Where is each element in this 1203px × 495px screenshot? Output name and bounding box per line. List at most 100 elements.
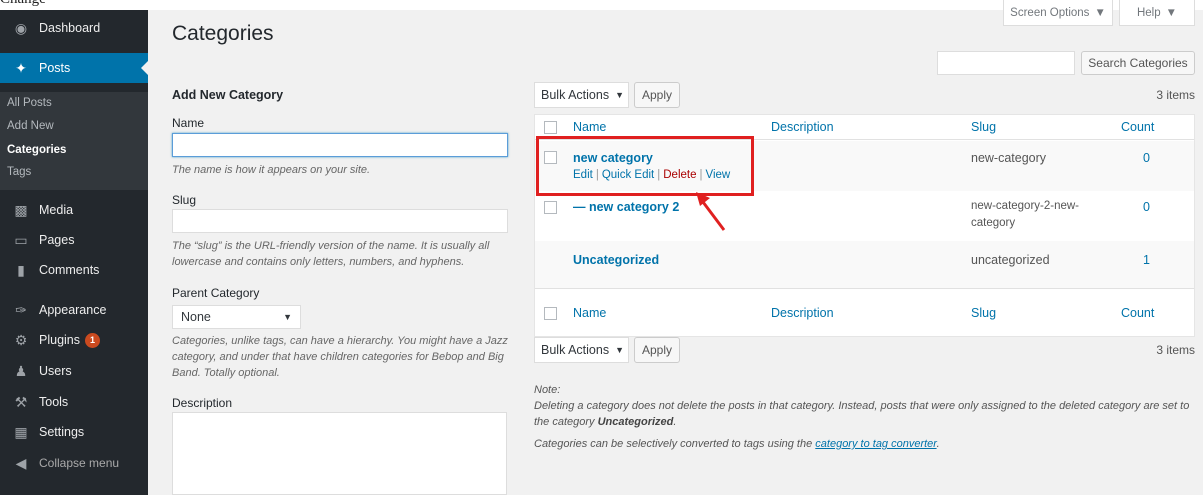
categories-table: Name Description Slug Count new category… [534,114,1195,337]
caret-down-icon: ▼ [615,90,625,100]
help-button[interactable]: Help ▼ [1119,0,1195,26]
menu-users[interactable]: ♟ Users [0,356,148,386]
menu-comments[interactable]: ▮ Comments [0,255,148,285]
submenu-all-posts[interactable]: All Posts [0,93,148,113]
bulk-actions-select-bottom[interactable]: Bulk Actions ▼ [534,337,629,363]
edit-link[interactable]: Edit [573,169,593,181]
select-all-checkbox-footer[interactable] [544,307,557,320]
arrow-annotation [696,192,726,231]
brush-icon: ✑ [15,301,27,318]
menu-label: Collapse menu [39,456,120,470]
row-checkbox[interactable] [544,201,557,214]
category-name-link[interactable]: new category [573,151,653,165]
row-checkbox[interactable] [544,151,557,164]
dashboard-icon: ◉ [14,19,28,36]
menu-plugins[interactable]: ⚙ Plugins 1 [0,325,148,355]
view-link[interactable]: View [706,169,731,181]
submenu-tags[interactable]: Tags [0,162,148,182]
column-name[interactable]: Name [573,120,606,134]
submenu-add-new[interactable]: Add New [0,116,148,136]
menu-label: Media [39,203,74,217]
quick-edit-link[interactable]: Quick Edit [602,169,654,181]
screen-options-label: Screen Options [1010,6,1090,19]
row-actions: Edit | Quick Edit | Delete | View [573,169,731,181]
slug-cell: uncategorized [971,253,1050,267]
name-field[interactable] [172,133,508,157]
category-name-link[interactable]: Uncategorized [573,253,659,267]
plugins-update-badge: 1 [85,332,100,348]
column-description[interactable]: Description [771,306,834,320]
caret-down-icon: ▼ [1094,6,1106,19]
admin-sidebar: ◉ Dashboard ✦ Posts All Posts Add New Ca… [0,10,148,495]
column-slug[interactable]: Slug [971,306,996,320]
menu-tools[interactable]: ⚒ Tools [0,387,148,417]
apply-button-bottom[interactable]: Apply [634,337,680,363]
menu-appearance[interactable]: ✑ Appearance [0,295,148,325]
pages-icon: ▭ [14,231,28,248]
menu-pages[interactable]: ▭ Pages [0,225,148,255]
slug-label: Slug [172,193,197,207]
slug-description: The “slug” is the URL-friendly version o… [172,240,490,268]
menu-settings[interactable]: ▦ Settings [0,417,148,447]
menu-label: Settings [39,425,85,439]
name-label: Name [172,116,205,130]
parent-category-label: Parent Category [172,286,260,300]
menu-collapse[interactable]: ◀ Collapse menu [0,448,148,478]
search-categories-button[interactable]: Search Categories [1081,51,1195,75]
slug-field[interactable] [172,209,508,233]
menu-label: Comments [39,263,100,277]
column-name[interactable]: Name [573,306,606,320]
menu-posts[interactable]: ✦ Posts [0,53,148,83]
main-content: Screen Options ▼ Help ▼ Categories Searc… [148,0,1203,495]
menu-media[interactable]: ▩ Media [0,195,148,225]
caret-down-icon: ▼ [283,312,292,322]
column-count[interactable]: Count [1121,306,1154,320]
menu-label: Users [39,364,72,378]
column-count[interactable]: Count [1121,120,1154,134]
bottom-table-actions: Bulk Actions ▼ Apply 3 items [534,337,1195,363]
caret-down-icon: ▼ [615,345,625,355]
menu-dashboard[interactable]: ◉ Dashboard [0,13,148,43]
column-description[interactable]: Description [771,120,834,134]
table-row: new category Edit | Quick Edit | Delete | View… [535,141,1194,191]
table-header: Name Description Slug Count [535,115,1194,140]
table-footer: Name Description Slug Count [535,302,1194,327]
search-input[interactable] [937,51,1075,75]
parent-category-value: None [181,310,211,324]
parent-category-select[interactable]: None ▼ [172,305,301,329]
name-description: The name is how it appears on your site. [172,164,371,176]
description-label: Description [172,396,233,410]
clipped-heading-text: Change [0,0,46,8]
category-name-link[interactable]: — new category 2 [573,200,679,214]
bulk-actions-label: Bulk Actions [541,88,610,102]
slug-cell: new-category [971,151,1047,165]
table-row: Uncategorized uncategorized 1 [535,241,1194,289]
delete-link[interactable]: Delete [663,169,696,181]
plugin-icon: ⚙ [14,331,28,348]
column-slug[interactable]: Slug [971,120,996,134]
count-link[interactable]: 0 [1143,151,1150,165]
menu-label: Dashboard [39,21,101,35]
category-to-tag-converter-link[interactable]: category to tag converter [815,438,936,450]
uncategorized-emphasis: Uncategorized [597,416,674,428]
bulk-actions-select[interactable]: Bulk Actions ▼ [534,82,629,108]
count-link[interactable]: 0 [1143,200,1150,214]
apply-button[interactable]: Apply [634,82,680,108]
menu-label: Appearance [39,303,107,317]
media-icon: ▩ [14,201,28,218]
submenu-categories[interactable]: Categories [0,140,148,160]
settings-icon: ▦ [14,423,28,440]
menu-label: Pages [39,233,75,247]
screen-options-button[interactable]: Screen Options ▼ [1003,0,1113,26]
comments-icon: ▮ [17,261,25,278]
select-all-checkbox[interactable] [544,121,557,134]
note-convert-text: Categories can be selectively converted … [534,438,940,450]
parent-description: Categories, unlike tags, can have a hier… [172,335,508,379]
count-link[interactable]: 1 [1143,253,1150,267]
users-icon: ♟ [14,362,28,379]
menu-label: Plugins [39,333,80,347]
menu-label: Posts [39,61,71,75]
slug-cell-line1: new-category-2-new- [971,200,1080,212]
bulk-actions-label: Bulk Actions [541,343,610,357]
description-textarea[interactable] [172,412,507,495]
